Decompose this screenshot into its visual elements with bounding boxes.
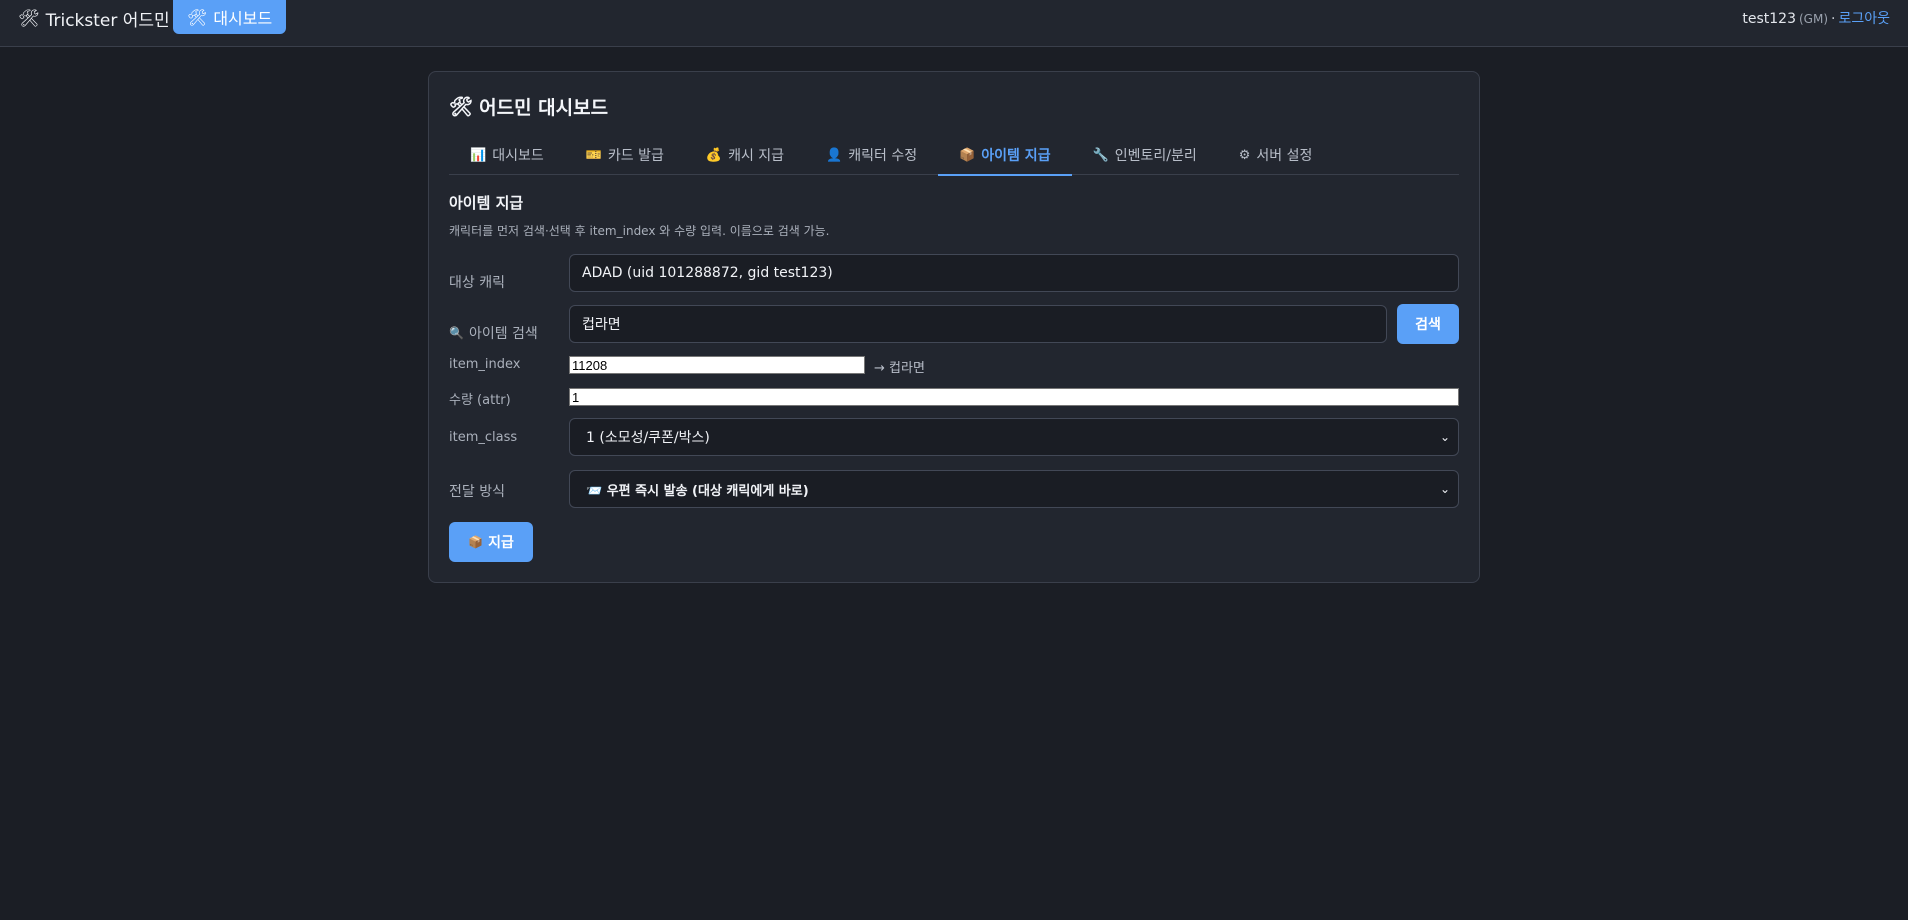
package-icon: 📦 bbox=[468, 535, 484, 549]
item-class-select[interactable]: 1 (소모성/쿠폰/박스) ⌄ bbox=[569, 418, 1459, 456]
item-index-label: item_index bbox=[449, 357, 520, 372]
delivery-method-select[interactable]: 📨 우편 즉시 발송 (대상 캐릭에게 바로) ⌄ bbox=[569, 470, 1459, 508]
tools-icon: 🛠 bbox=[449, 96, 474, 118]
delivery-label-text: 전달 방식 bbox=[449, 484, 505, 500]
money-bag-icon: 💰 bbox=[705, 147, 723, 163]
dashboard-nav-label: 대시보드 bbox=[213, 9, 273, 28]
item-index-value: 11208 bbox=[572, 357, 608, 373]
item-search-value: 컵라면 bbox=[582, 317, 621, 333]
submit-give-button[interactable]: 📦 지급 bbox=[449, 522, 533, 562]
tab-label: 카드 발급 bbox=[607, 148, 664, 164]
tab-label: 대시보드 bbox=[492, 148, 544, 164]
tab-label: 인벤토리/분리 bbox=[1114, 148, 1197, 164]
bar-chart-icon: 📊 bbox=[470, 147, 487, 163]
qty-label: 수량 (attr) bbox=[449, 389, 511, 408]
item-index-label-text: item_index bbox=[449, 357, 521, 372]
chevron-down-icon: ⌄ bbox=[1439, 430, 1450, 444]
item-index-input[interactable]: 11208 bbox=[569, 356, 865, 374]
tools-icon: 🛠 bbox=[18, 8, 40, 29]
chevron-down-icon: ⌄ bbox=[1439, 482, 1450, 496]
search-label: 🔍 아이템 검색 bbox=[449, 323, 538, 343]
username: test123 bbox=[1742, 11, 1796, 27]
target-label: 대상 캐릭 bbox=[449, 272, 505, 292]
tab-2[interactable]: 🎫 카드 발급 bbox=[565, 135, 685, 175]
tab-label: 서버 설정 bbox=[1256, 148, 1313, 164]
gear-icon: ⚙ bbox=[1238, 147, 1251, 163]
user-icon: 👤 bbox=[826, 147, 843, 163]
package-icon: 📦 bbox=[959, 147, 976, 163]
search-button-label: 검색 bbox=[1415, 317, 1441, 333]
target-character-field[interactable]: ADAD (uid 101288872, gid test123) bbox=[569, 254, 1459, 292]
top-navbar: 🛠 Trickster 어드민 🛠 대시보드 test123 (GM) · 로그… bbox=[0, 0, 1908, 47]
class-label-text: item_class bbox=[449, 430, 518, 445]
tab-1[interactable]: 📊 대시보드 bbox=[449, 135, 565, 175]
quantity-value: 1 bbox=[572, 389, 580, 405]
quantity-input[interactable]: 1 bbox=[569, 388, 1459, 406]
section-hint: 캐릭터를 먼저 검색·선택 후 item_index 와 수량 입력. 이름으로… bbox=[449, 224, 830, 238]
section-title: 아이템 지급 bbox=[449, 194, 524, 212]
target-label-text: 대상 캐릭 bbox=[449, 275, 505, 291]
wrench-icon: 🔧 bbox=[1092, 147, 1109, 163]
tab-3[interactable]: 💰 캐시 지급 bbox=[685, 135, 805, 175]
panel-title: 🛠 어드민 대시보드 bbox=[449, 93, 608, 120]
panel-title-text: 어드민 대시보드 bbox=[479, 97, 609, 119]
tab-4[interactable]: 👤 캐릭터 수정 bbox=[805, 135, 938, 175]
tab-bar: 📊 대시보드 🎫 카드 발급 💰 캐시 지급 👤 캐릭터 수정 📦 아이템 지급 🔧 인벤토리/분리 ⚙… bbox=[449, 135, 1459, 176]
magnifier-icon: 🔍 bbox=[449, 326, 464, 340]
brand-label: Trickster 어드민 bbox=[45, 11, 170, 31]
dashboard-nav-button[interactable]: 🛠 대시보드 bbox=[173, 0, 287, 34]
ticket-icon: 🎫 bbox=[585, 147, 602, 163]
user-info: test123 (GM) · 로그아웃 bbox=[1742, 8, 1890, 28]
item-search-input[interactable]: 컵라면 bbox=[569, 305, 1387, 343]
delivery-method-value: 📨 우편 즉시 발송 (대상 캐릭에게 바로) bbox=[586, 483, 809, 499]
tab-6[interactable]: 🔧 인벤토리/분리 bbox=[1072, 135, 1218, 175]
logout-link[interactable]: 로그아웃 bbox=[1838, 8, 1890, 28]
tools-icon: 🛠 bbox=[187, 7, 208, 27]
tab-5[interactable]: 📦 아이템 지급 bbox=[938, 135, 1073, 176]
item-class-value: 1 (소모성/쿠폰/박스) bbox=[586, 430, 710, 446]
tab-label: 캐시 지급 bbox=[728, 148, 785, 164]
item-index-note: → 컵라면 bbox=[874, 361, 925, 376]
tab-label: 캐릭터 수정 bbox=[848, 148, 918, 164]
brand[interactable]: 🛠 Trickster 어드민 bbox=[18, 6, 170, 32]
user-role: (GM) bbox=[1799, 12, 1829, 26]
admin-panel: 🛠 어드민 대시보드 📊 대시보드 🎫 카드 발급 💰 캐시 지급 👤 캐릭터 수정 📦 아이템 … bbox=[428, 71, 1480, 583]
search-button[interactable]: 검색 bbox=[1397, 304, 1459, 344]
class-label: item_class bbox=[449, 430, 517, 445]
tab-7[interactable]: ⚙ 서버 설정 bbox=[1218, 135, 1334, 175]
separator: · bbox=[1831, 11, 1836, 27]
target-character-value: ADAD (uid 101288872, gid test123) bbox=[582, 265, 833, 281]
delivery-label: 전달 방식 bbox=[449, 481, 505, 501]
search-label-text: 아이템 검색 bbox=[468, 326, 538, 342]
tab-label: 아이템 지급 bbox=[981, 148, 1051, 164]
submit-label: 지급 bbox=[488, 535, 514, 551]
qty-label-text: 수량 (attr) bbox=[449, 393, 511, 408]
